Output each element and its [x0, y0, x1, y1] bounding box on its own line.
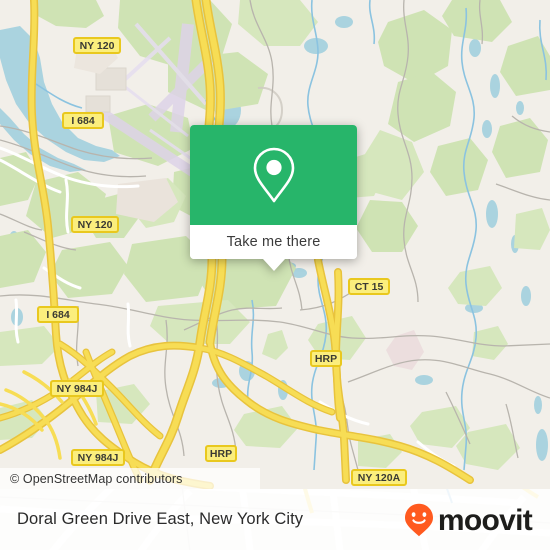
map-pin-icon [253, 147, 294, 203]
road-shield-label: I 684 [71, 115, 95, 127]
road-shield: NY 120 [71, 216, 119, 233]
road-shield-label: NY 120 [80, 40, 115, 52]
road-shield-label: NY 120 [78, 219, 113, 231]
road-shield: CT 15 [348, 278, 390, 295]
road-shield: HRP [310, 350, 342, 367]
popup-tail [262, 259, 285, 271]
road-shield: NY 984J [50, 380, 104, 397]
popup-inner: Take me there [190, 125, 357, 259]
road-shield: I 684 [37, 306, 79, 323]
osm-attribution[interactable]: © OpenStreetMap contributors [0, 468, 260, 489]
road-shield: HRP [205, 445, 237, 462]
footer-bar: Doral Green Drive East, New York City mo… [0, 489, 550, 550]
road-shield: NY 120 [73, 37, 121, 54]
location-title: Doral Green Drive East, New York City [17, 510, 304, 528]
road-shield: NY 984J [71, 449, 125, 466]
moovit-logo[interactable]: moovit [404, 503, 533, 537]
road-shield-label: HRP [315, 353, 337, 365]
location-popup[interactable]: Take me there [190, 125, 357, 271]
road-shield-label: NY 984J [78, 452, 119, 464]
popup-image-area [190, 125, 357, 225]
take-me-there-button[interactable]: Take me there [190, 225, 357, 259]
map-screen: NY 120 I 684 NY 120 I 684 NY 984J NY 984J HRP H… [0, 0, 550, 550]
road-shield-label: CT 15 [355, 281, 384, 293]
road-shield-label: NY 984J [57, 383, 98, 395]
road-shield-label: HRP [210, 448, 232, 460]
road-shield: NY 120A [351, 469, 407, 486]
road-shield: I 684 [62, 112, 104, 129]
road-shield-label: I 684 [46, 309, 70, 321]
footer-content: Doral Green Drive East, New York City mo… [0, 489, 550, 550]
moovit-smiley-pin-icon [404, 503, 433, 536]
moovit-wordmark: moovit [437, 503, 533, 537]
road-shield-label: NY 120A [358, 472, 401, 484]
